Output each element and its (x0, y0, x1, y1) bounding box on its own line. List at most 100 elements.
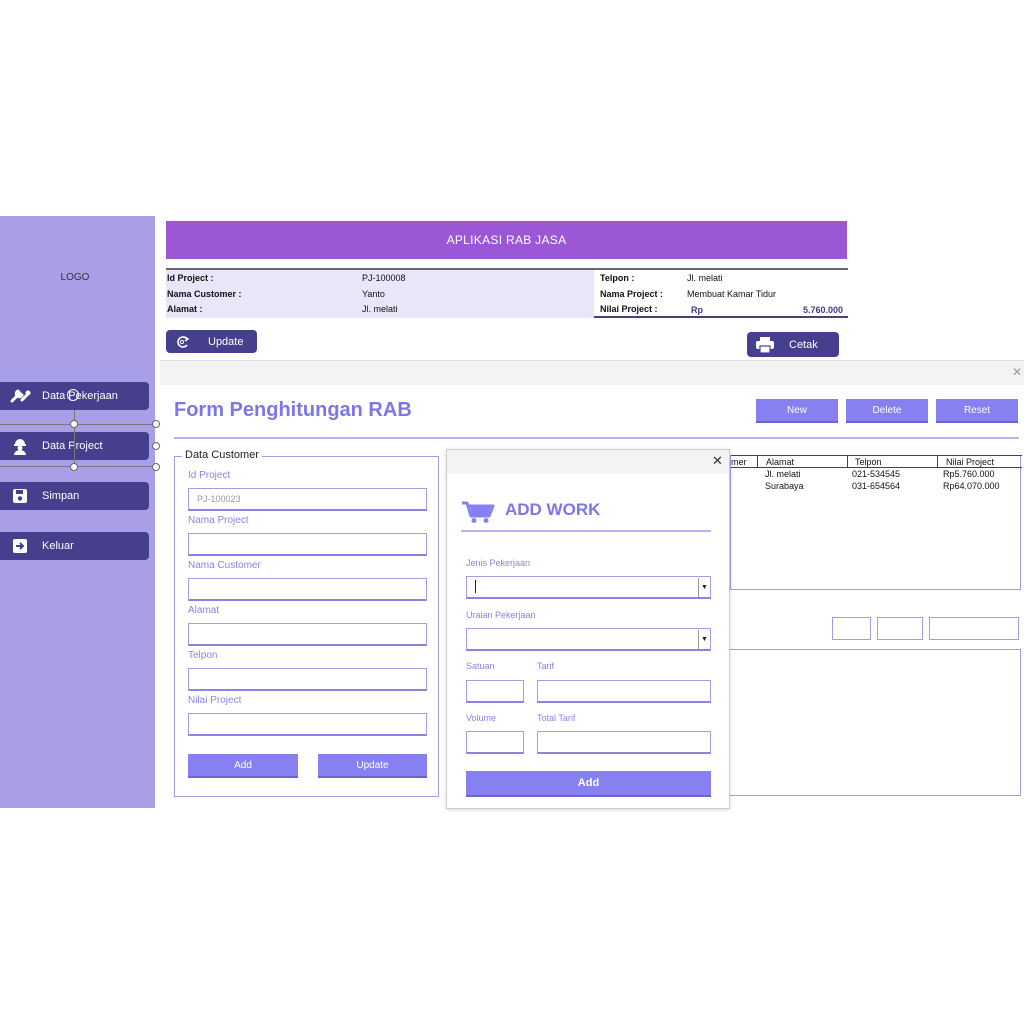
jenis-pekerjaan-label: Jenis Pekerjaan (466, 558, 531, 568)
column-header-nilai: Nilai Project (946, 457, 995, 467)
telpon-input[interactable] (188, 668, 427, 691)
nama-project-label: Nama Project : (600, 289, 664, 299)
dialog-divider (461, 530, 711, 532)
satuan-label: Satuan (466, 661, 495, 671)
column-divider (757, 455, 758, 468)
id-project-value: PJ-100008 (362, 273, 406, 283)
text-cursor (475, 580, 476, 593)
table-cell-telpon[interactable]: 031-654564 (852, 481, 900, 491)
nilai-project-label: Nilai Project : (600, 304, 658, 314)
selection-handle[interactable] (152, 463, 160, 471)
alamat-value: Jl. melati (362, 304, 398, 314)
form-title: Form Penghitungan RAB (174, 399, 412, 421)
sidebar-item-label: Keluar (42, 540, 74, 552)
rotate-handle-icon[interactable] (67, 389, 79, 401)
selection-handle[interactable] (70, 420, 78, 428)
total-tarif-label: Total Tarif (537, 713, 576, 723)
selection-line (0, 466, 156, 467)
column-divider (847, 455, 848, 468)
new-button[interactable]: New (756, 399, 838, 423)
project-info-bar: Id Project : PJ-100008 Nama Customer : Y… (166, 268, 848, 318)
nilai-project-input[interactable] (188, 713, 427, 736)
volume-input[interactable] (466, 731, 524, 754)
selection-line (0, 424, 156, 425)
nilai-project-value: 5.760.000 (802, 305, 843, 315)
nama-customer-value: Yanto (362, 289, 385, 299)
nama-customer-label: Nama Customer : (167, 289, 242, 299)
summary-input-3[interactable] (929, 617, 1019, 640)
telpon-value: Jl. melati (687, 273, 723, 283)
table-cell-nilai[interactable]: Rp5.760.000 (943, 469, 995, 479)
column-divider (937, 455, 938, 468)
total-tarif-input[interactable] (537, 731, 711, 754)
cetak-button-label: Cetak (789, 338, 818, 351)
alamat-input[interactable] (188, 623, 427, 646)
refresh-icon (175, 335, 191, 349)
table-cell-telpon[interactable]: 021-534545 (852, 469, 900, 479)
column-header-alamat: Alamat (766, 457, 795, 467)
selection-handle[interactable] (152, 442, 160, 450)
id-project-input[interactable]: PJ-100023 (188, 488, 427, 511)
sidebar-item-label: Simpan (42, 490, 80, 502)
nama-project-value: Membuat Kamar Tidur (687, 289, 777, 299)
column-header-customer: mer (731, 457, 747, 467)
nama-project-input[interactable] (188, 533, 427, 556)
tarif-input[interactable] (537, 680, 711, 703)
delete-button[interactable]: Delete (846, 399, 928, 423)
alamat-label: Alamat : (167, 304, 203, 314)
table-cell-alamat[interactable]: Surabaya (765, 481, 804, 491)
worker-icon (6, 437, 34, 455)
volume-label: Volume (466, 713, 497, 723)
selection-handle[interactable] (70, 463, 78, 471)
telpon-label: Telpon : (600, 273, 635, 283)
logo: LOGO (60, 272, 90, 283)
printer-icon (755, 336, 775, 354)
nama-customer-field-label: Nama Customer (188, 560, 261, 571)
id-project-label: Id Project : (167, 273, 214, 283)
add-work-button[interactable]: Add (466, 771, 711, 797)
sidebar (0, 216, 155, 808)
app-banner: APLIKASI RAB JASA (166, 221, 847, 259)
work-detail-list[interactable] (730, 649, 1021, 796)
sidebar-item-label: Data Pekerjaan (42, 390, 118, 402)
close-icon[interactable]: ✕ (1012, 365, 1022, 379)
exit-icon (6, 538, 34, 554)
table-cell-alamat[interactable]: Jl. melati (765, 469, 801, 479)
cetak-button[interactable]: Cetak (747, 332, 839, 357)
tarif-label: Tarif (537, 661, 555, 671)
uraian-pekerjaan-select[interactable]: ▼ (466, 628, 711, 651)
form-divider (174, 437, 1019, 439)
summary-input-2[interactable] (877, 617, 923, 640)
jenis-pekerjaan-select[interactable]: ▼ (466, 576, 711, 599)
window-titlebar (160, 361, 1024, 385)
telpon-field-label: Telpon (188, 650, 218, 661)
update-customer-button[interactable]: Update (318, 754, 427, 778)
dialog-title: ADD WORK (505, 500, 601, 519)
sidebar-item-label: Data Project (42, 440, 103, 452)
summary-input-1[interactable] (832, 617, 871, 640)
nama-customer-input[interactable] (188, 578, 427, 601)
satuan-input[interactable] (466, 680, 524, 703)
alamat-field-label: Alamat (188, 605, 220, 616)
add-work-dialog: ✕ ADD WORK Jenis Pekerjaan ▼ Uraian Peke… (446, 449, 730, 809)
cart-icon (461, 500, 495, 527)
sidebar-item-simpan[interactable]: Simpan (0, 482, 149, 510)
table-cell-nilai[interactable]: Rp64.070.000 (943, 481, 1000, 491)
update-button-label: Update (208, 335, 244, 348)
reset-button[interactable]: Reset (936, 399, 1018, 423)
selection-line (74, 410, 75, 466)
nama-project-field-label: Nama Project (188, 515, 249, 526)
nilai-currency: Rp (691, 305, 703, 315)
update-button[interactable]: Update (166, 330, 257, 353)
id-project-field-label: Id Project (188, 470, 231, 481)
close-icon[interactable]: ✕ (712, 453, 723, 469)
chevron-down-icon[interactable]: ▼ (698, 578, 710, 597)
chevron-down-icon[interactable]: ▼ (698, 630, 710, 649)
dialog-titlebar (447, 450, 729, 474)
nilai-project-field-label: Nilai Project (188, 695, 242, 706)
uraian-pekerjaan-label: Uraian Pekerjaan (466, 610, 536, 620)
column-header-telpon: Telpon (855, 457, 882, 467)
add-customer-button[interactable]: Add (188, 754, 298, 778)
sidebar-item-keluar[interactable]: Keluar (0, 532, 149, 560)
selection-handle[interactable] (152, 420, 160, 428)
